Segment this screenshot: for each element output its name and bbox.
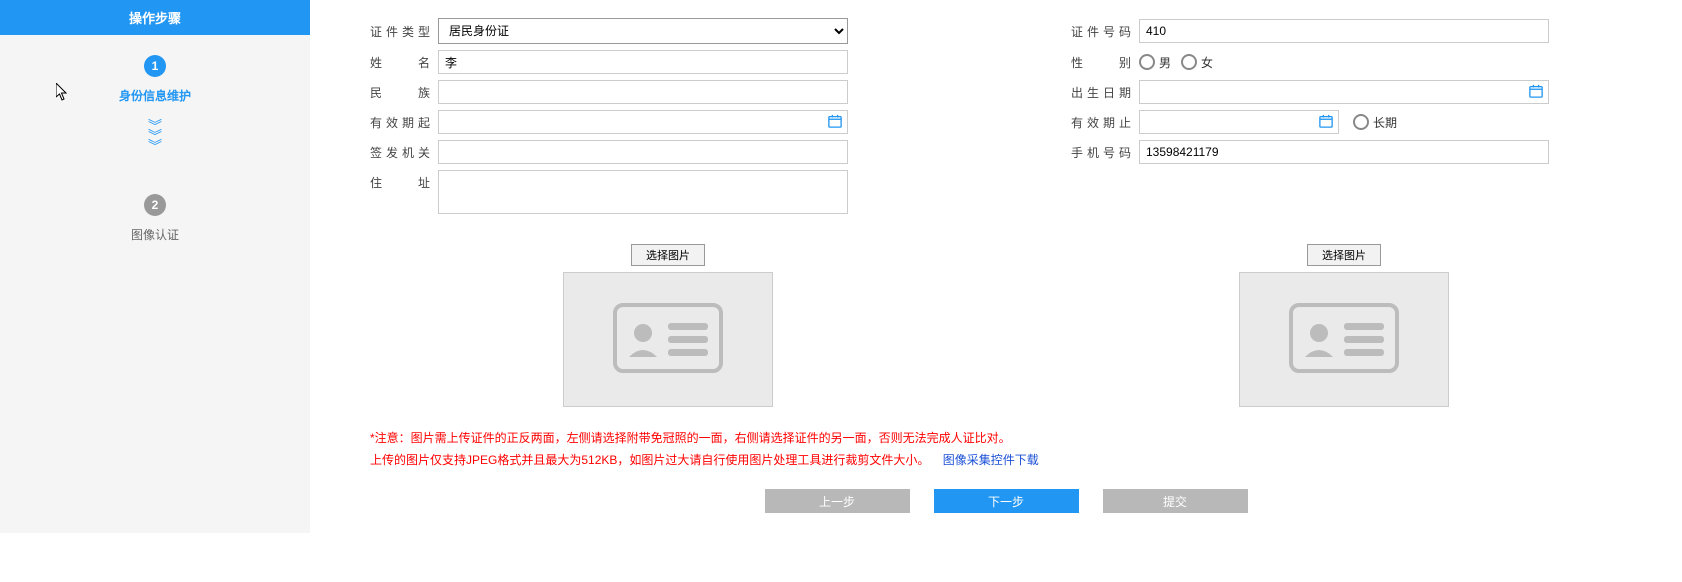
step-2[interactable]: 2 图像认证 — [0, 174, 310, 243]
issuer-input[interactable] — [438, 140, 848, 164]
step-2-label: 图像认证 — [0, 226, 310, 243]
valid-from-input[interactable] — [438, 110, 848, 134]
sidebar-header: 操作步骤 — [0, 0, 310, 35]
note-warning: *注意：图片需上传证件的正反两面，左侧请选择附带免冠照的一面，右侧请选择证件的另… — [370, 427, 1642, 449]
id-card-icon — [613, 303, 723, 376]
valid-to-label: 有效期止 — [1071, 114, 1131, 131]
name-label: 姓 名 — [370, 54, 430, 71]
birth-input[interactable] — [1139, 80, 1549, 104]
phone-input[interactable] — [1139, 140, 1549, 164]
sidebar: 操作步骤 1 身份信息维护 ︾︾︾ 2 图像认证 — [0, 0, 310, 533]
long-term-option[interactable]: 长期 — [1353, 114, 1397, 131]
long-term-label: 长期 — [1373, 114, 1397, 131]
choose-back-button[interactable]: 选择图片 — [1307, 244, 1381, 266]
gender-male-option[interactable]: 男 — [1139, 54, 1171, 71]
address-label: 住 址 — [370, 170, 430, 191]
id-type-select[interactable]: 居民身份证 — [438, 18, 848, 44]
download-link[interactable]: 图像采集控件下载 — [943, 453, 1039, 467]
submit-button[interactable]: 提交 — [1103, 489, 1248, 513]
id-number-input[interactable] — [1139, 19, 1549, 43]
step-1[interactable]: 1 身份信息维护 — [0, 35, 310, 104]
upload-back: 选择图片 — [1239, 244, 1449, 407]
gender-label: 性 别 — [1071, 54, 1131, 71]
photo-front-placeholder[interactable] — [563, 272, 773, 407]
photo-back-placeholder[interactable] — [1239, 272, 1449, 407]
radio-icon — [1181, 54, 1197, 70]
choose-front-button[interactable]: 选择图片 — [631, 244, 705, 266]
id-type-label: 证件类型 — [370, 23, 430, 40]
id-number-label: 证件号码 — [1071, 23, 1131, 40]
gender-male-label: 男 — [1159, 54, 1171, 71]
step-1-label: 身份信息维护 — [0, 87, 310, 104]
main-form: 证件类型 居民身份证 证件号码 姓 名 性 别 男 — [310, 0, 1682, 533]
radio-icon — [1353, 114, 1369, 130]
valid-to-input[interactable] — [1139, 110, 1339, 134]
radio-icon — [1139, 54, 1155, 70]
gender-female-option[interactable]: 女 — [1181, 54, 1213, 71]
address-input[interactable] — [438, 170, 848, 214]
prev-button[interactable]: 上一步 — [765, 489, 910, 513]
upload-front: 选择图片 — [563, 244, 773, 407]
chevron-down-icon: ︾︾︾ — [0, 122, 310, 152]
id-card-icon — [1289, 303, 1399, 376]
valid-from-label: 有效期起 — [370, 114, 430, 131]
phone-label: 手机号码 — [1071, 144, 1131, 161]
name-input[interactable] — [438, 50, 848, 74]
ethnicity-input[interactable] — [438, 80, 848, 104]
birth-label: 出生日期 — [1071, 84, 1131, 101]
next-button[interactable]: 下一步 — [934, 489, 1079, 513]
ethnicity-label: 民 族 — [370, 84, 430, 101]
gender-female-label: 女 — [1201, 54, 1213, 71]
step-2-circle: 2 — [144, 194, 166, 216]
note-format: 上传的图片仅支持JPEG格式并且最大为512KB，如图片过大请自行使用图片处理工… — [370, 453, 929, 467]
issuer-label: 签发机关 — [370, 144, 430, 161]
step-1-circle: 1 — [144, 55, 166, 77]
notes: *注意：图片需上传证件的正反两面，左侧请选择附带免冠照的一面，右侧请选择证件的另… — [370, 427, 1642, 471]
